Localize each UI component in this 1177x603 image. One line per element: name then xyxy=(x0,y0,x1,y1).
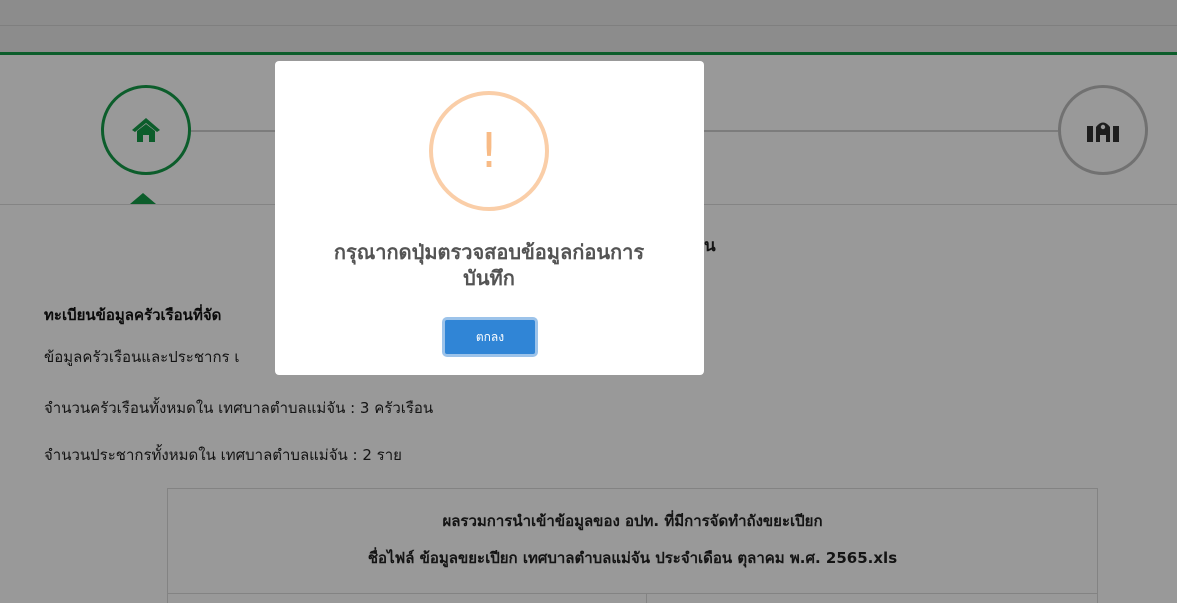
alert-message-line1: กรุณากดปุ่มตรวจสอบข้อมูลก่อนการ xyxy=(333,240,645,264)
alert-message-line2: บันทึก xyxy=(463,266,515,290)
page: น ทะเบียนข้อมูลครัวเรือนที่จัด ข้อมูลครั… xyxy=(0,0,1177,603)
alert-dialog: ! กรุณากดปุ่มตรวจสอบข้อมูลก่อนการ บันทึก… xyxy=(275,61,704,375)
alert-message: กรุณากดปุ่มตรวจสอบข้อมูลก่อนการ บันทึก xyxy=(289,239,689,291)
warning-exclamation-icon: ! xyxy=(429,91,549,211)
warning-glyph: ! xyxy=(479,123,499,179)
confirm-button-label: ตกลง xyxy=(475,330,505,344)
confirm-button[interactable]: ตกลง xyxy=(442,317,538,357)
